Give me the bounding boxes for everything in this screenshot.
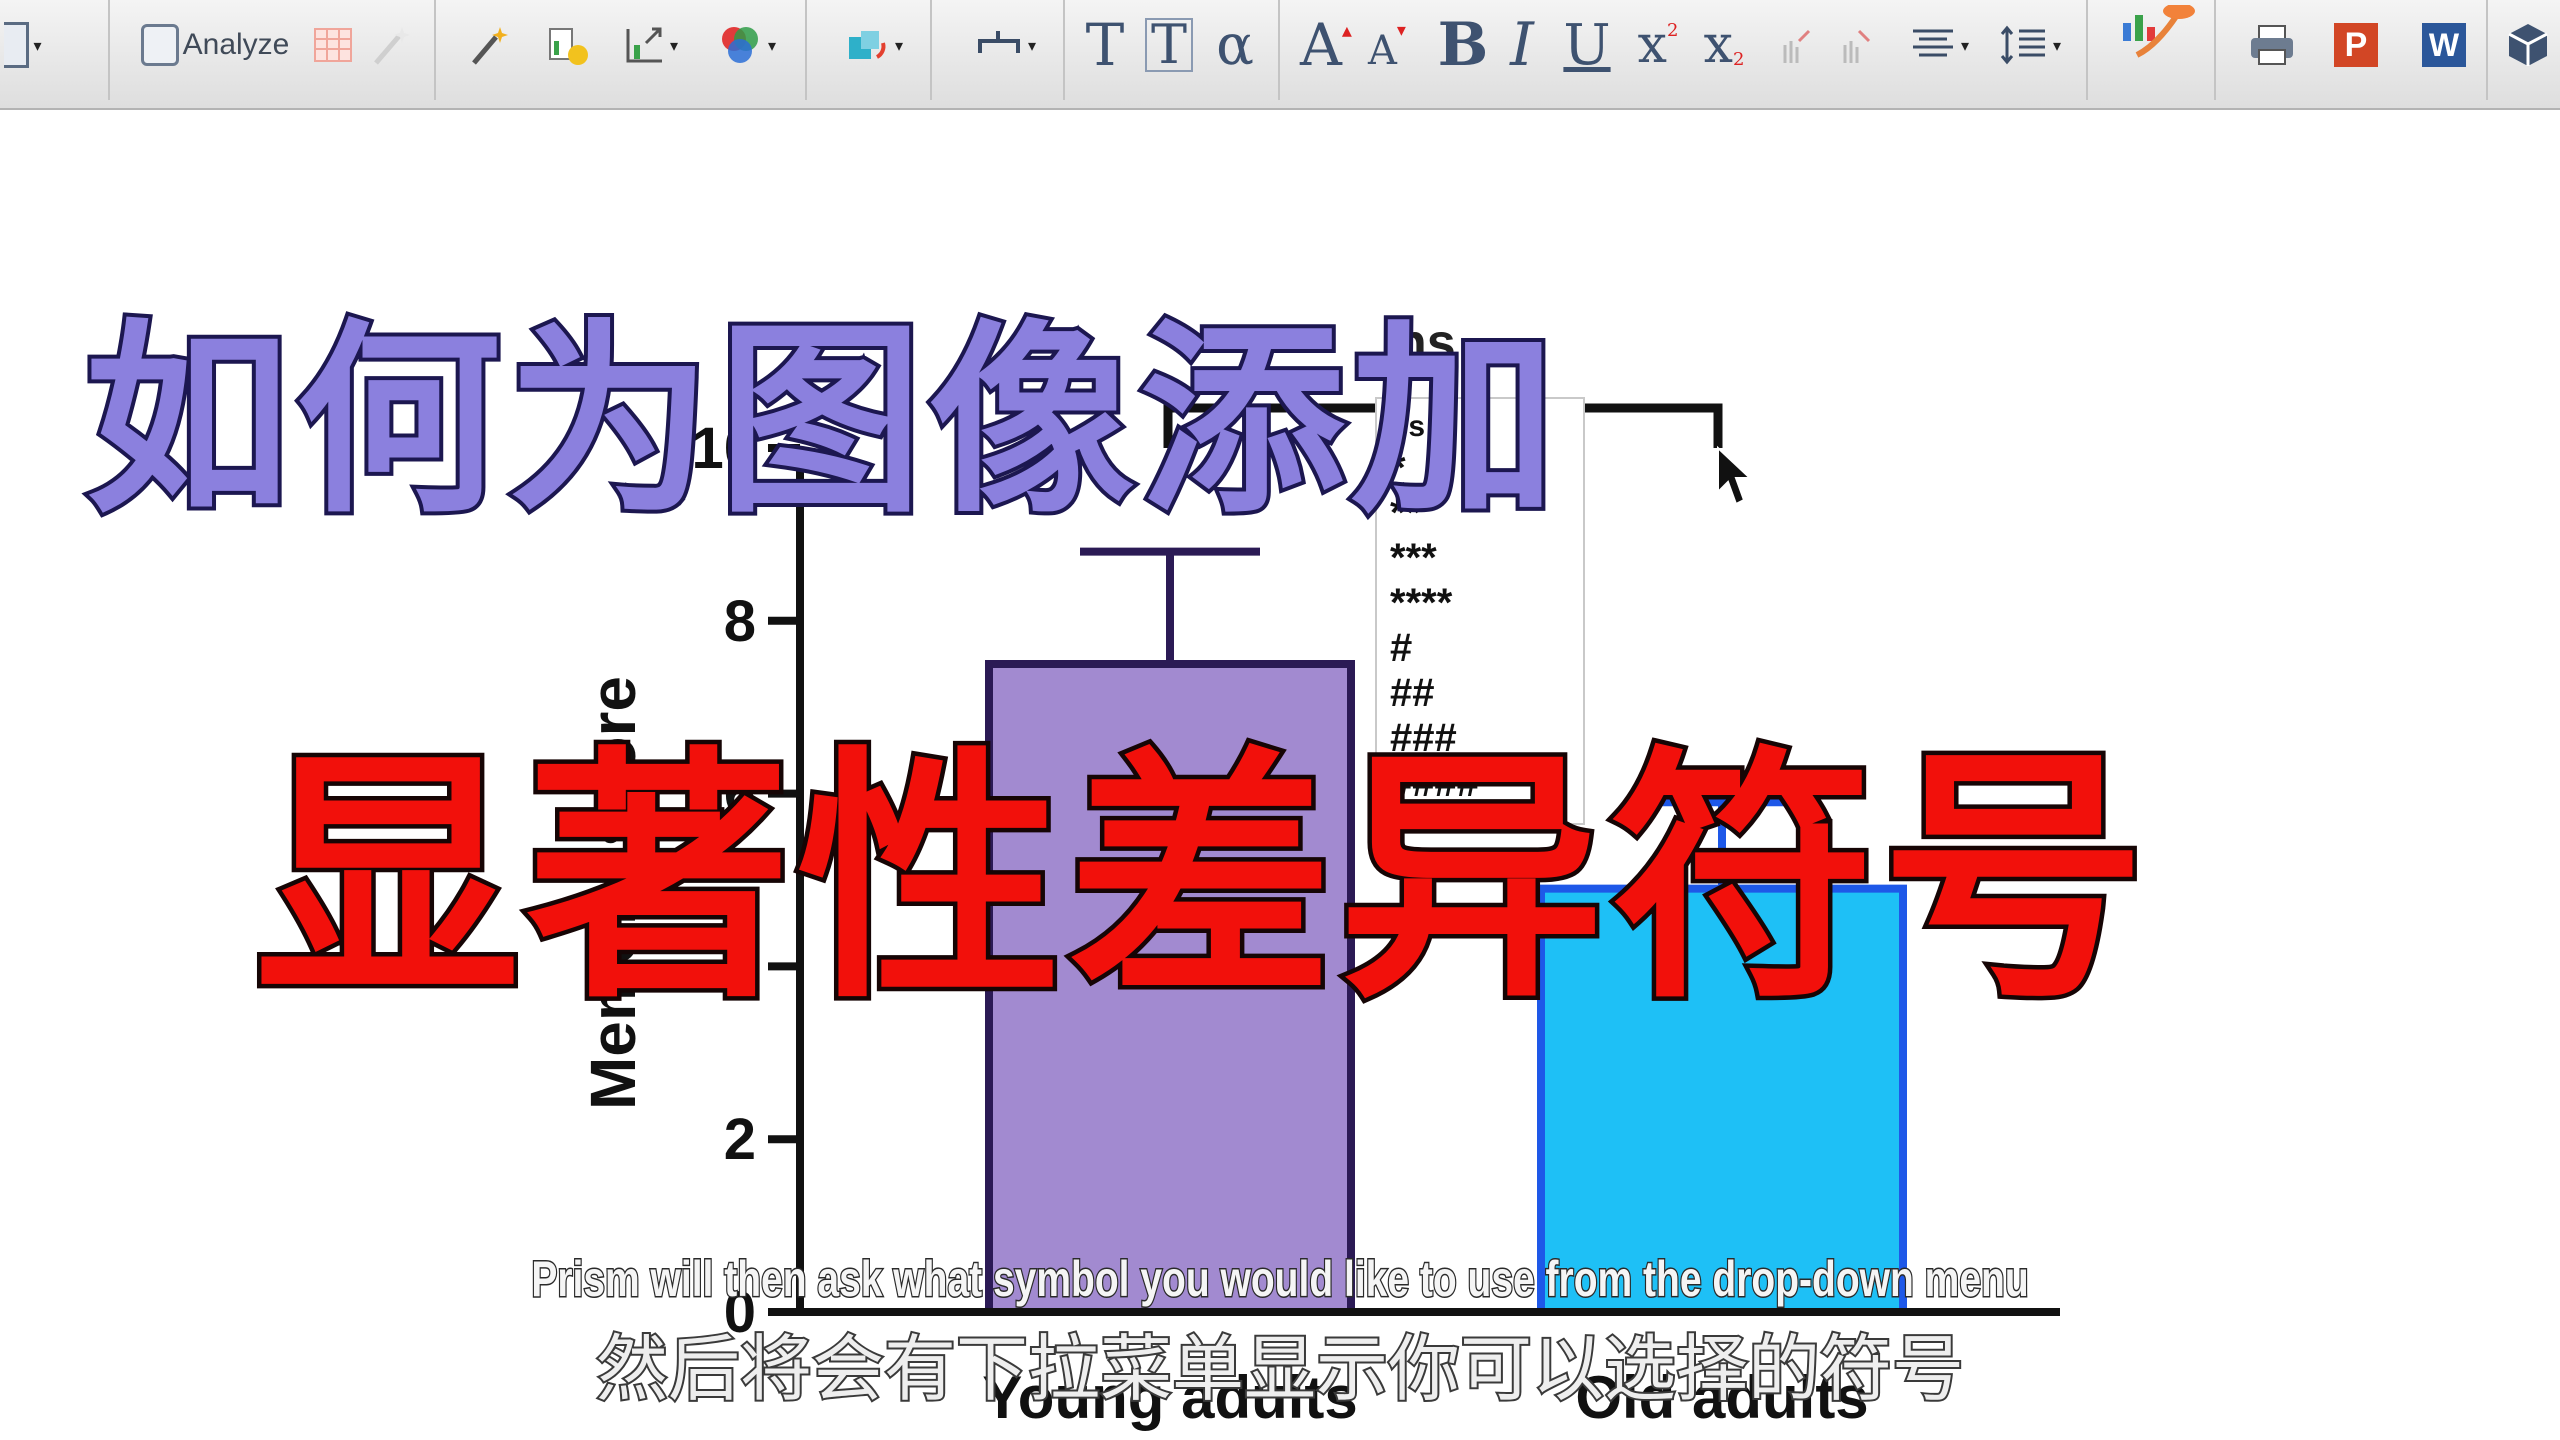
subtitle-english: Prism will then ask what symbol you woul…: [530, 1250, 2030, 1309]
subtitle-chinese: 然后将会有下拉菜单显示你可以选择的符号: [594, 1325, 1966, 1413]
video-title-line2: 显著性差异符号: [251, 722, 2152, 1039]
video-title-line1: 如何为图像添加: [81, 299, 1562, 545]
y-tick-label: 8: [724, 589, 756, 654]
y-tick-label: 2: [724, 1107, 756, 1172]
mouse-cursor-icon: [1717, 445, 1753, 506]
symbol-menu-item[interactable]: #: [1390, 626, 1412, 670]
symbol-menu-item[interactable]: ****: [1390, 581, 1453, 625]
